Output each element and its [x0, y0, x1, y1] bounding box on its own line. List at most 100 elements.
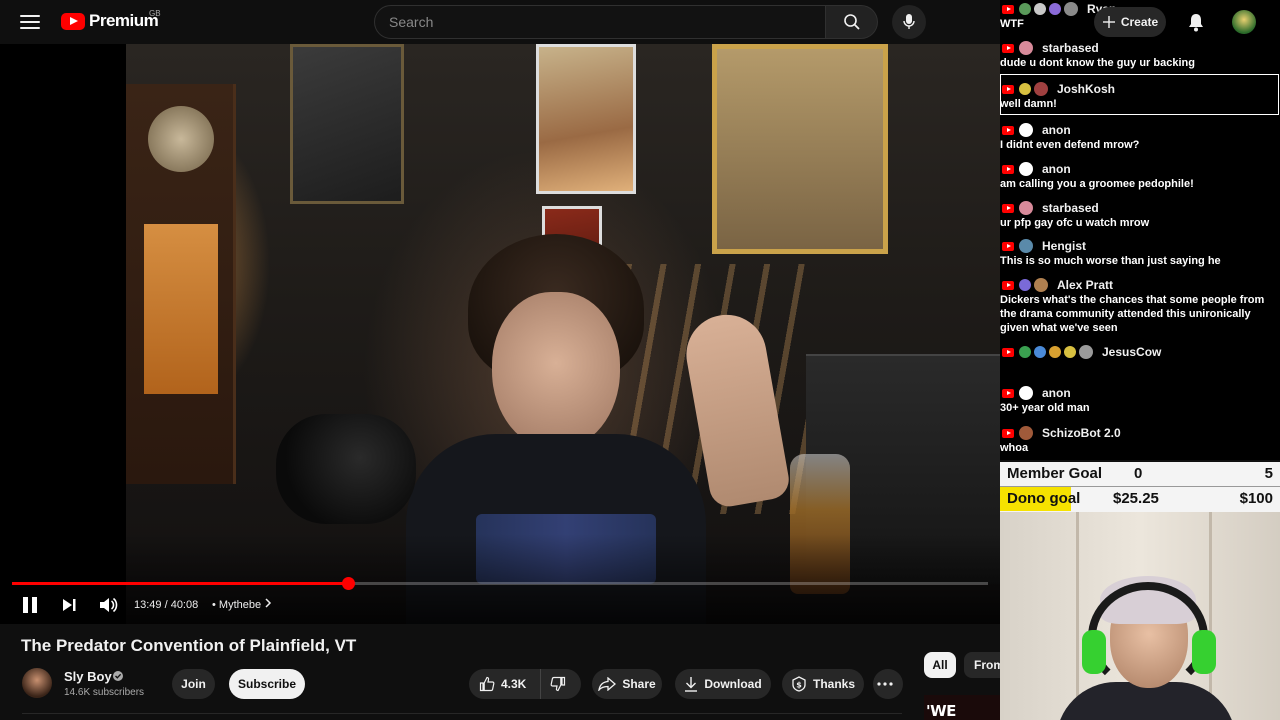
youtube-premium-logo[interactable]: Premium [61, 11, 159, 31]
streamer-webcam [1000, 512, 1280, 720]
chat-username: anon [1042, 162, 1071, 176]
chat-text: ur pfp gay ofc u watch mrow [1000, 217, 1150, 229]
like-button[interactable]: 4.3K [469, 669, 541, 699]
chat-badge-icon [1019, 346, 1031, 358]
pause-button[interactable] [20, 592, 40, 618]
chat-avatar [1019, 41, 1033, 55]
divider [22, 713, 902, 714]
voice-search-button[interactable] [892, 5, 926, 39]
chat-badge-icon [1049, 346, 1061, 358]
channel-avatar[interactable] [22, 668, 52, 698]
masthead: Premium GB [0, 0, 1000, 44]
dono-goal-row: Dono goal $25.25 $100 [1000, 487, 1280, 511]
member-goal-target: 5 [1264, 465, 1273, 482]
video-player[interactable]: 13:49 / 40:08 • Mythebe [0, 44, 1000, 624]
svg-text:$: $ [796, 681, 802, 690]
subscriber-count: 14.6K subscribers [64, 687, 145, 698]
youtube-platform-icon [1002, 347, 1014, 357]
subscribe-button[interactable]: Subscribe [229, 669, 305, 699]
dislike-button[interactable] [541, 669, 581, 699]
logo-region: GB [149, 9, 161, 18]
dono-goal-label: Dono goal [1007, 490, 1081, 507]
search-box [374, 5, 826, 39]
chat-avatar [1034, 278, 1048, 292]
search-button[interactable] [826, 5, 878, 39]
like-count: 4.3K [501, 677, 527, 691]
channel-name[interactable]: Sly Boy [64, 669, 112, 684]
youtube-platform-icon [1002, 164, 1014, 174]
join-button[interactable]: Join [172, 669, 215, 699]
thumbs-up-icon [479, 676, 495, 692]
thanks-button[interactable]: $ Thanks [782, 669, 864, 699]
chat-message: anon am calling you a groomee pedophile! [1000, 161, 1280, 191]
next-button[interactable] [58, 592, 80, 618]
chat-username: anon [1042, 123, 1071, 137]
chat-message-header: JesusCow [1000, 344, 1280, 360]
verified-icon [113, 671, 123, 681]
chat-avatar [1019, 201, 1033, 215]
chat-text: dude u dont know the guy ur backing [1000, 57, 1195, 69]
volume-button[interactable] [96, 592, 120, 618]
download-button[interactable]: Download [675, 669, 771, 699]
youtube-platform-icon [1002, 43, 1014, 53]
chat-avatar [1019, 239, 1033, 253]
more-icon [877, 682, 893, 686]
chat-username: Hengist [1042, 239, 1087, 253]
search-input[interactable] [375, 6, 825, 38]
chat-message-header: Alex Pratt [1000, 277, 1280, 293]
notifications-button[interactable] [1184, 10, 1208, 34]
chapter-button[interactable]: • Mythebe [212, 592, 272, 618]
chat-message: starbased dude u dont know the guy ur bac… [1000, 40, 1280, 70]
video-title: The Predator Convention of Plainfield, V… [21, 636, 357, 655]
pause-icon [23, 597, 28, 613]
chat-text: am calling you a groomee pedophile! [1000, 178, 1194, 190]
framed-picture [712, 44, 888, 254]
more-actions-button[interactable] [873, 669, 903, 699]
thumbnail-text: 'WE WERE [926, 702, 956, 720]
create-button[interactable]: Create [1094, 7, 1166, 37]
chat-text: whoa [1000, 442, 1029, 454]
time-display: 13:49 / 40:08 [134, 599, 199, 611]
pause-icon-bar [32, 597, 37, 613]
create-label: Create [1120, 15, 1159, 29]
account-avatar[interactable] [1232, 10, 1256, 34]
youtube-platform-icon [1002, 241, 1014, 251]
thumbs-down-icon [550, 676, 566, 692]
chat-message-header: anon [1000, 385, 1280, 401]
member-goal-row: Member Goal 0 5 [1000, 462, 1280, 486]
share-label: Share [622, 677, 656, 691]
member-goal-label: Member Goal [1007, 465, 1103, 482]
chat-badge-icon [1019, 3, 1031, 15]
thanks-icon: $ [792, 676, 806, 692]
chat-avatar [1064, 2, 1078, 16]
goal-widget: Member Goal 0 5 Dono goal $25.25 $100 [1000, 462, 1280, 512]
volume-icon [100, 597, 118, 613]
dono-goal-current: $25.25 [1113, 490, 1159, 507]
menu-icon[interactable] [18, 11, 42, 33]
member-goal-current: 0 [1134, 465, 1143, 482]
chat-message: anon 30+ year old man [1000, 385, 1280, 415]
download-icon [685, 677, 698, 692]
wall-poster [290, 44, 404, 204]
chat-badge-icon [1034, 3, 1046, 15]
filter-chip-all[interactable]: All [924, 652, 956, 678]
download-label: Download [704, 677, 762, 691]
chat-avatar [1079, 345, 1093, 359]
youtube-platform-icon [1002, 388, 1014, 398]
chat-message-header: SchizoBot 2.0 [1000, 425, 1280, 441]
wall-poster [536, 44, 636, 194]
youtube-watch-page: Premium GB Search 13:49 / 40:08 • Mytheb… [0, 0, 1280, 720]
chat-badge-icon [1019, 279, 1031, 291]
chat-message-header: anon [1000, 122, 1280, 138]
progress-bar[interactable] [12, 577, 988, 590]
chat-message: starbased ur pfp gay ofc u watch mrow [1000, 200, 1280, 230]
share-button[interactable]: Share [592, 669, 662, 699]
recommended-thumbnail[interactable]: 'WE WERE [924, 695, 1000, 720]
headset-icon [1088, 582, 1208, 692]
chat-message: Alex Pratt Dickers what's the chances tha… [1000, 277, 1280, 335]
youtube-platform-icon [1002, 125, 1014, 135]
thanks-label: Thanks [812, 677, 855, 691]
progress-scrubber[interactable] [341, 577, 355, 590]
chat-username: SchizoBot 2.0 [1042, 426, 1121, 440]
chat-avatar [1019, 386, 1033, 400]
